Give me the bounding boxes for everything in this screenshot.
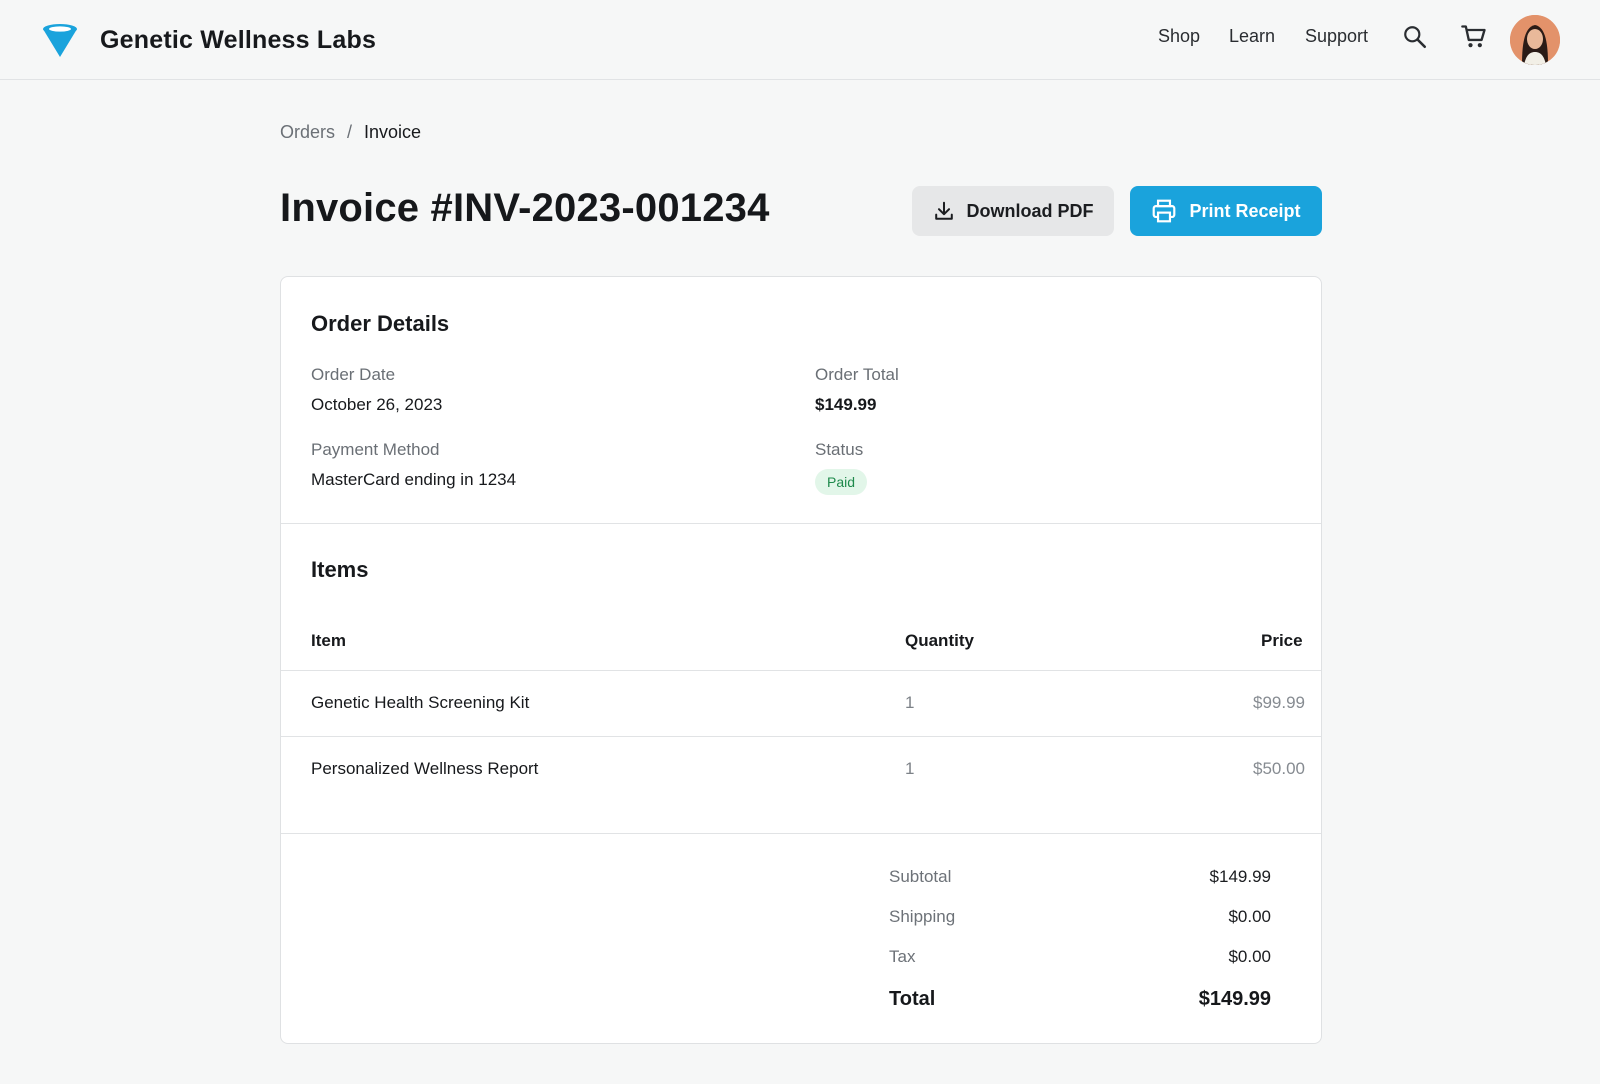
item-name: Personalized Wellness Report — [311, 759, 539, 778]
table-row-divider — [281, 736, 1321, 737]
order-date-label: Order Date — [311, 365, 396, 384]
table-header-divider — [281, 670, 1321, 671]
brand[interactable]: Genetic Wellness Labs — [40, 18, 376, 62]
printer-icon — [1153, 199, 1176, 223]
subtotal-label: Subtotal — [889, 867, 952, 886]
print-receipt-label: Print Receipt — [1189, 200, 1301, 221]
payment-method-value: MasterCard ending in 1234 — [311, 470, 517, 489]
tax-label: Tax — [889, 947, 916, 966]
download-pdf-label: Download PDF — [966, 200, 1094, 221]
column-header-item: Item — [311, 631, 346, 650]
top-navigation-bar: Genetic Wellness Labs Shop Learn Support — [0, 0, 1600, 80]
column-header-price: Price — [1261, 631, 1303, 650]
breadcrumb-link-orders[interactable]: Orders — [280, 122, 335, 143]
breadcrumb: Orders / Invoice — [280, 122, 421, 143]
column-header-quantity: Quantity — [905, 631, 974, 650]
item-name: Genetic Health Screening Kit — [311, 693, 530, 712]
item-quantity: 1 — [905, 759, 915, 778]
shipping-value: $0.00 — [1228, 907, 1271, 926]
page-title: Invoice #INV-2023-001234 — [280, 186, 770, 230]
total-value: $149.99 — [1198, 988, 1271, 1010]
summary-divider — [281, 833, 1321, 834]
section-divider — [281, 523, 1321, 524]
order-total-label: Order Total — [815, 365, 899, 384]
search-button[interactable] — [1398, 20, 1432, 54]
invoice-card: Order Details Order Date October 26, 202… — [280, 276, 1322, 1044]
tax-value: $0.00 — [1228, 947, 1271, 966]
brand-name: Genetic Wellness Labs — [100, 25, 377, 54]
payment-method-label: Payment Method — [311, 440, 440, 459]
subtotal-value: $149.99 — [1209, 867, 1271, 886]
search-icon — [1404, 26, 1427, 49]
order-details-title: Order Details — [311, 311, 450, 336]
download-icon — [934, 201, 953, 220]
item-price: $99.99 — [1253, 693, 1305, 712]
cart-icon — [1461, 25, 1486, 48]
user-avatar[interactable] — [1510, 15, 1560, 65]
avatar-image — [1510, 15, 1560, 65]
status-label: Status — [815, 440, 864, 459]
total-label: Total — [889, 988, 936, 1010]
shipping-label: Shipping — [889, 907, 956, 926]
items-title: Items — [311, 557, 369, 582]
download-pdf-button[interactable]: Download PDF — [912, 186, 1114, 236]
order-total-value: $149.99 — [815, 395, 877, 414]
item-price: $50.00 — [1253, 759, 1305, 778]
order-date-value: October 26, 2023 — [311, 395, 443, 414]
brand-logo-icon — [43, 24, 77, 57]
nav-link-learn[interactable]: Learn — [1229, 26, 1275, 47]
nav-link-shop[interactable]: Shop — [1158, 26, 1200, 47]
cart-button[interactable] — [1457, 20, 1491, 54]
print-receipt-button[interactable]: Print Receipt — [1130, 186, 1322, 236]
item-quantity: 1 — [905, 693, 915, 712]
breadcrumb-separator: / — [347, 122, 353, 142]
status-badge: Paid — [815, 469, 868, 495]
breadcrumb-current: Invoice — [364, 122, 422, 142]
nav-link-support[interactable]: Support — [1305, 26, 1368, 47]
